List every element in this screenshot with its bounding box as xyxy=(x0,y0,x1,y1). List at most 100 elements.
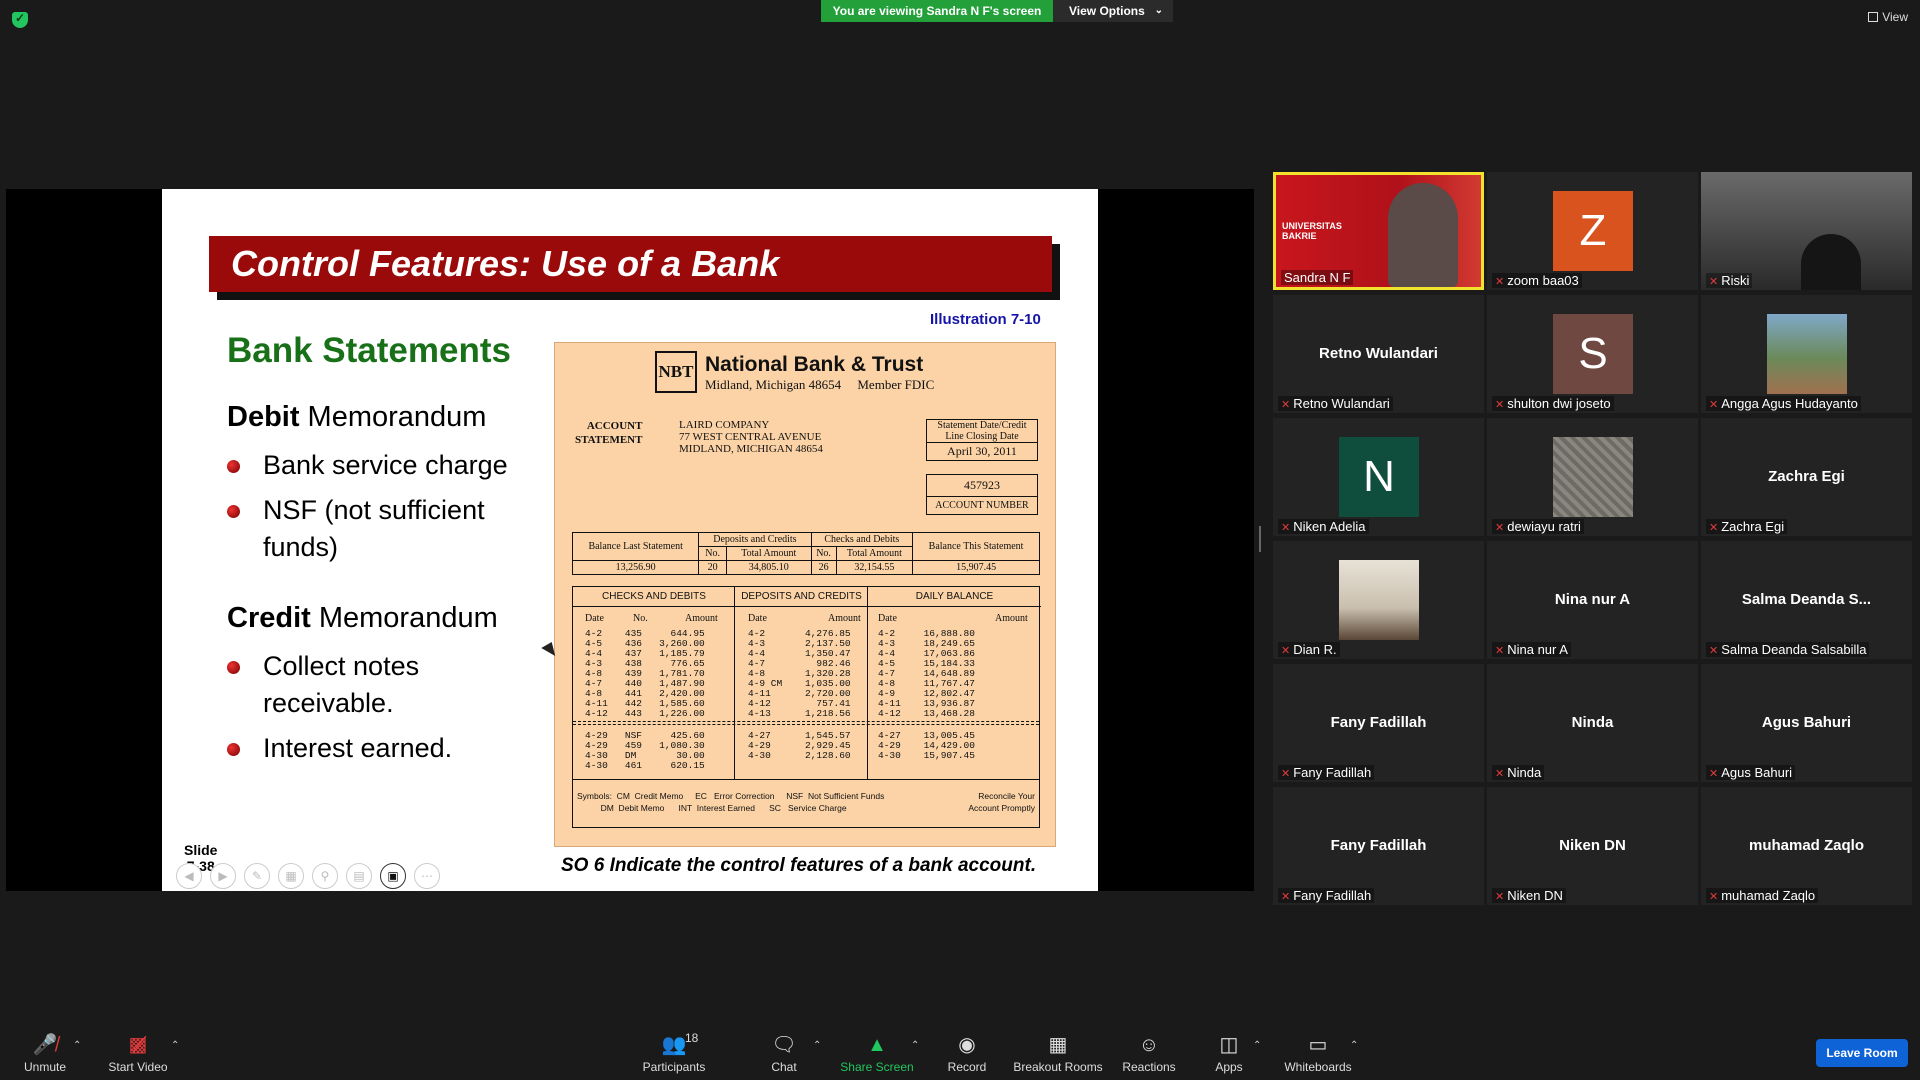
apps-options-caret-icon[interactable]: ⌃ xyxy=(1253,1040,1261,1051)
participant-name-label: ✕ Dian R. xyxy=(1278,642,1340,657)
zoom-icon[interactable]: ⚲ xyxy=(312,863,338,889)
participant-tile[interactable]: Agus Bahuri ✕ Agus Bahuri xyxy=(1701,664,1912,782)
bullet-item: Bank service charge xyxy=(227,447,537,484)
illustration-label: Illustration 7-10 xyxy=(930,311,1041,328)
chevron-down-icon: ⌄ xyxy=(1154,5,1163,16)
muted-mic-icon: ✕ xyxy=(1495,276,1505,288)
view-label: View xyxy=(1882,10,1908,24)
bank-logo: NBT xyxy=(655,351,697,393)
muted-mic-icon: ✕ xyxy=(1709,522,1719,534)
audio-options-caret-icon[interactable]: ⌃ xyxy=(73,1040,81,1051)
view-button[interactable]: View xyxy=(1868,10,1908,24)
viewing-screen-banner: You are viewing Sandra N F's screen xyxy=(821,0,1053,22)
bullet-icon xyxy=(227,743,240,756)
participant-display-name: Nina nur A xyxy=(1554,591,1631,608)
participant-tile[interactable]: UNIVERSITAS BAKRIE Sandra N F xyxy=(1273,172,1484,290)
participant-tile[interactable]: Salma Deanda S... ✕ Salma Deanda Salsabill… xyxy=(1701,541,1912,659)
security-shield-icon[interactable] xyxy=(12,11,28,28)
muted-mic-icon: ✕ xyxy=(1495,891,1505,903)
participant-tile[interactable]: Zachra Egi ✕ Zachra Egi xyxy=(1701,418,1912,536)
participant-name-label: ✕ Niken Adelia xyxy=(1278,519,1369,534)
participant-display-name: Retno Wulandari xyxy=(1319,345,1438,362)
participant-display-name: muhamad Zaqlo xyxy=(1748,837,1864,854)
subtitles-icon[interactable]: ▤ xyxy=(346,863,372,889)
participant-tile[interactable]: Z ✕ zoom baa03 xyxy=(1487,172,1698,290)
camera-icon[interactable]: ▣ xyxy=(380,863,406,889)
participant-name-label: ✕ Ninda xyxy=(1492,765,1545,780)
participant-tile[interactable]: S ✕ shulton dwi joseto xyxy=(1487,295,1698,413)
participant-avatar: Z xyxy=(1553,191,1633,271)
whiteboard-options-caret-icon[interactable]: ⌃ xyxy=(1350,1040,1358,1051)
muted-mic-icon: ✕ xyxy=(1281,645,1291,657)
participant-name-label: ✕ Angga Agus Hudayanto xyxy=(1706,396,1861,411)
participant-name-label: ✕ Salma Deanda Salsabilla xyxy=(1706,642,1870,657)
previous-slide-icon[interactable]: ◀ xyxy=(176,863,202,889)
participant-name-label: ✕ Retno Wulandari xyxy=(1278,396,1393,411)
participant-name-label: ✕ Fany Fadillah xyxy=(1278,888,1375,903)
muted-mic-icon: ✕ xyxy=(1281,891,1291,903)
participant-tile[interactable]: ✕ Riski xyxy=(1701,172,1912,290)
more-options-icon[interactable]: ⋯ xyxy=(414,863,440,889)
view-options-label: View Options xyxy=(1069,4,1145,18)
participant-name-label: Sandra N F xyxy=(1281,270,1354,285)
participant-photo xyxy=(1553,437,1633,517)
participant-tile[interactable]: Ninda ✕ Ninda xyxy=(1487,664,1698,782)
participant-avatar: N xyxy=(1339,437,1419,517)
participant-video xyxy=(1388,183,1458,287)
participant-name-label: ✕ muhamad Zaqlo xyxy=(1706,888,1819,903)
muted-mic-icon: ✕ xyxy=(1709,399,1719,411)
participant-tile[interactable]: N ✕ Niken Adelia xyxy=(1273,418,1484,536)
slides-grid-icon[interactable]: ▦ xyxy=(278,863,304,889)
whiteboards-button[interactable]: ▭ Whiteboards xyxy=(1263,1032,1373,1074)
bullet-icon xyxy=(227,460,240,473)
participant-name-label: ✕ Zachra Egi xyxy=(1706,519,1788,534)
next-slide-icon[interactable]: ▶ xyxy=(210,863,236,889)
view-options-button[interactable]: View Options ⌄ xyxy=(1053,0,1173,22)
participant-name-label: ✕ Nina nur A xyxy=(1492,642,1571,657)
participant-photo xyxy=(1339,560,1419,640)
participant-tile[interactable]: muhamad Zaqlo ✕ muhamad Zaqlo xyxy=(1701,787,1912,905)
start-video-button[interactable]: ▩̸ Start Video xyxy=(83,1032,193,1074)
participant-photo xyxy=(1767,314,1847,394)
credit-memorandum-heading: Credit Memorandum xyxy=(227,602,498,634)
participant-name-label: ✕ Niken DN xyxy=(1492,888,1566,903)
participant-avatar: S xyxy=(1553,314,1633,394)
chat-options-caret-icon[interactable]: ⌃ xyxy=(813,1040,821,1051)
participant-tile[interactable]: ✕ Angga Agus Hudayanto xyxy=(1701,295,1912,413)
leave-room-button[interactable]: Leave Room xyxy=(1816,1039,1908,1067)
account-statement-label: ACCOUNT STATEMENT xyxy=(575,420,643,446)
grid-icon xyxy=(1868,12,1879,22)
participant-tile[interactable]: Retno Wulandari ✕ Retno Wulandari xyxy=(1273,295,1484,413)
participant-display-name: Zachra Egi xyxy=(1768,468,1845,485)
participant-tile[interactable]: Fany Fadillah ✕ Fany Fadillah xyxy=(1273,787,1484,905)
participant-name-label: ✕ zoom baa03 xyxy=(1492,273,1582,288)
meeting-toolbar: 🎤̸ Unmute ⌃ ▩̸ Start Video ⌃ 👥 18 Partic… xyxy=(0,1020,1920,1080)
participant-tile[interactable]: Nina nur A ✕ Nina nur A xyxy=(1487,541,1698,659)
participants-button[interactable]: 👥 18 Participants xyxy=(619,1031,729,1074)
participant-display-name: Ninda xyxy=(1571,714,1614,731)
bullet-icon xyxy=(227,505,240,518)
participant-display-name: Salma Deanda S... xyxy=(1741,591,1872,608)
muted-mic-icon: ✕ xyxy=(1281,522,1291,534)
top-bar: You are viewing Sandra N F's screen View… xyxy=(0,0,1920,28)
participant-tile[interactable]: Niken DN ✕ Niken DN xyxy=(1487,787,1698,905)
participant-tile[interactable]: ✕ dewiayu ratri xyxy=(1487,418,1698,536)
statement-symbols-legend: Symbols: CM Credit Memo EC Error Correct… xyxy=(573,779,1039,827)
presentation-slide: Control Features: Use of a Bank Illustra… xyxy=(162,189,1098,891)
panel-resize-handle[interactable] xyxy=(1259,526,1261,552)
participant-tile[interactable]: ✕ Dian R. xyxy=(1273,541,1484,659)
bullet-item: Interest earned. xyxy=(227,730,537,767)
muted-mic-icon: ✕ xyxy=(1709,645,1719,657)
participants-count: 18 xyxy=(685,1031,699,1045)
muted-mic-icon: ✕ xyxy=(1281,768,1291,780)
bullet-item: NSF (not sufficient funds) xyxy=(227,492,537,566)
participant-name-label: ✕ Agus Bahuri xyxy=(1706,765,1796,780)
video-options-caret-icon[interactable]: ⌃ xyxy=(171,1040,179,1051)
muted-mic-icon: ✕ xyxy=(1495,645,1505,657)
bank-subtitle: Midland, Michigan 48654 Member FDIC xyxy=(705,377,935,392)
participant-display-name: Fany Fadillah xyxy=(1330,837,1427,854)
participant-name-label: ✕ shulton dwi joseto xyxy=(1492,396,1614,411)
participant-tile[interactable]: Fany Fadillah ✕ Fany Fadillah xyxy=(1273,664,1484,782)
pen-icon[interactable]: ✎ xyxy=(244,863,270,889)
slide-footer: SO 6 Indicate the control features of a … xyxy=(561,855,1037,876)
